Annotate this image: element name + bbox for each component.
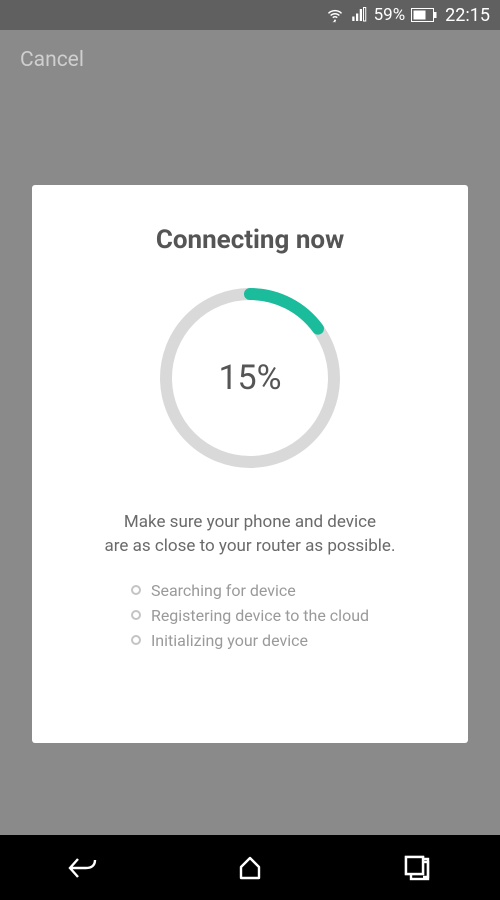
hint-line-2: are as close to your router as possible.: [105, 536, 396, 556]
progress-percent-label: 15%: [218, 358, 281, 398]
back-button[interactable]: [43, 848, 123, 888]
recent-button[interactable]: [377, 848, 457, 888]
list-item: Registering device to the cloud: [131, 606, 369, 625]
step-label: Registering device to the cloud: [151, 606, 369, 625]
list-item: Searching for device: [131, 581, 369, 600]
step-label: Initializing your device: [151, 631, 308, 650]
cancel-button[interactable]: Cancel: [20, 48, 84, 72]
back-icon: [68, 855, 98, 881]
bullet-icon: [131, 635, 141, 645]
signal-icon: [350, 6, 368, 24]
home-icon: [237, 855, 263, 881]
step-label: Searching for device: [151, 581, 296, 600]
wifi-icon: [326, 6, 344, 24]
list-item: Initializing your device: [131, 631, 369, 650]
home-button[interactable]: [210, 848, 290, 888]
connecting-modal: Connecting now 15% Make sure your phone …: [32, 185, 468, 743]
hint-line-1: Make sure your phone and device: [124, 512, 376, 532]
battery-icon: [411, 8, 437, 22]
hint-text: Make sure your phone and device are as c…: [105, 511, 396, 559]
status-time: 22:15: [445, 5, 490, 26]
battery-percent: 59%: [374, 5, 406, 25]
progress-ring: 15%: [155, 283, 345, 473]
recent-icon: [404, 855, 430, 881]
steps-list: Searching for device Registering device …: [131, 581, 369, 650]
status-bar: 59% 22:15: [0, 0, 500, 30]
app-header: Cancel: [0, 30, 500, 90]
modal-title: Connecting now: [156, 225, 344, 255]
android-nav-bar: [0, 835, 500, 900]
bullet-icon: [131, 610, 141, 620]
bullet-icon: [131, 585, 141, 595]
